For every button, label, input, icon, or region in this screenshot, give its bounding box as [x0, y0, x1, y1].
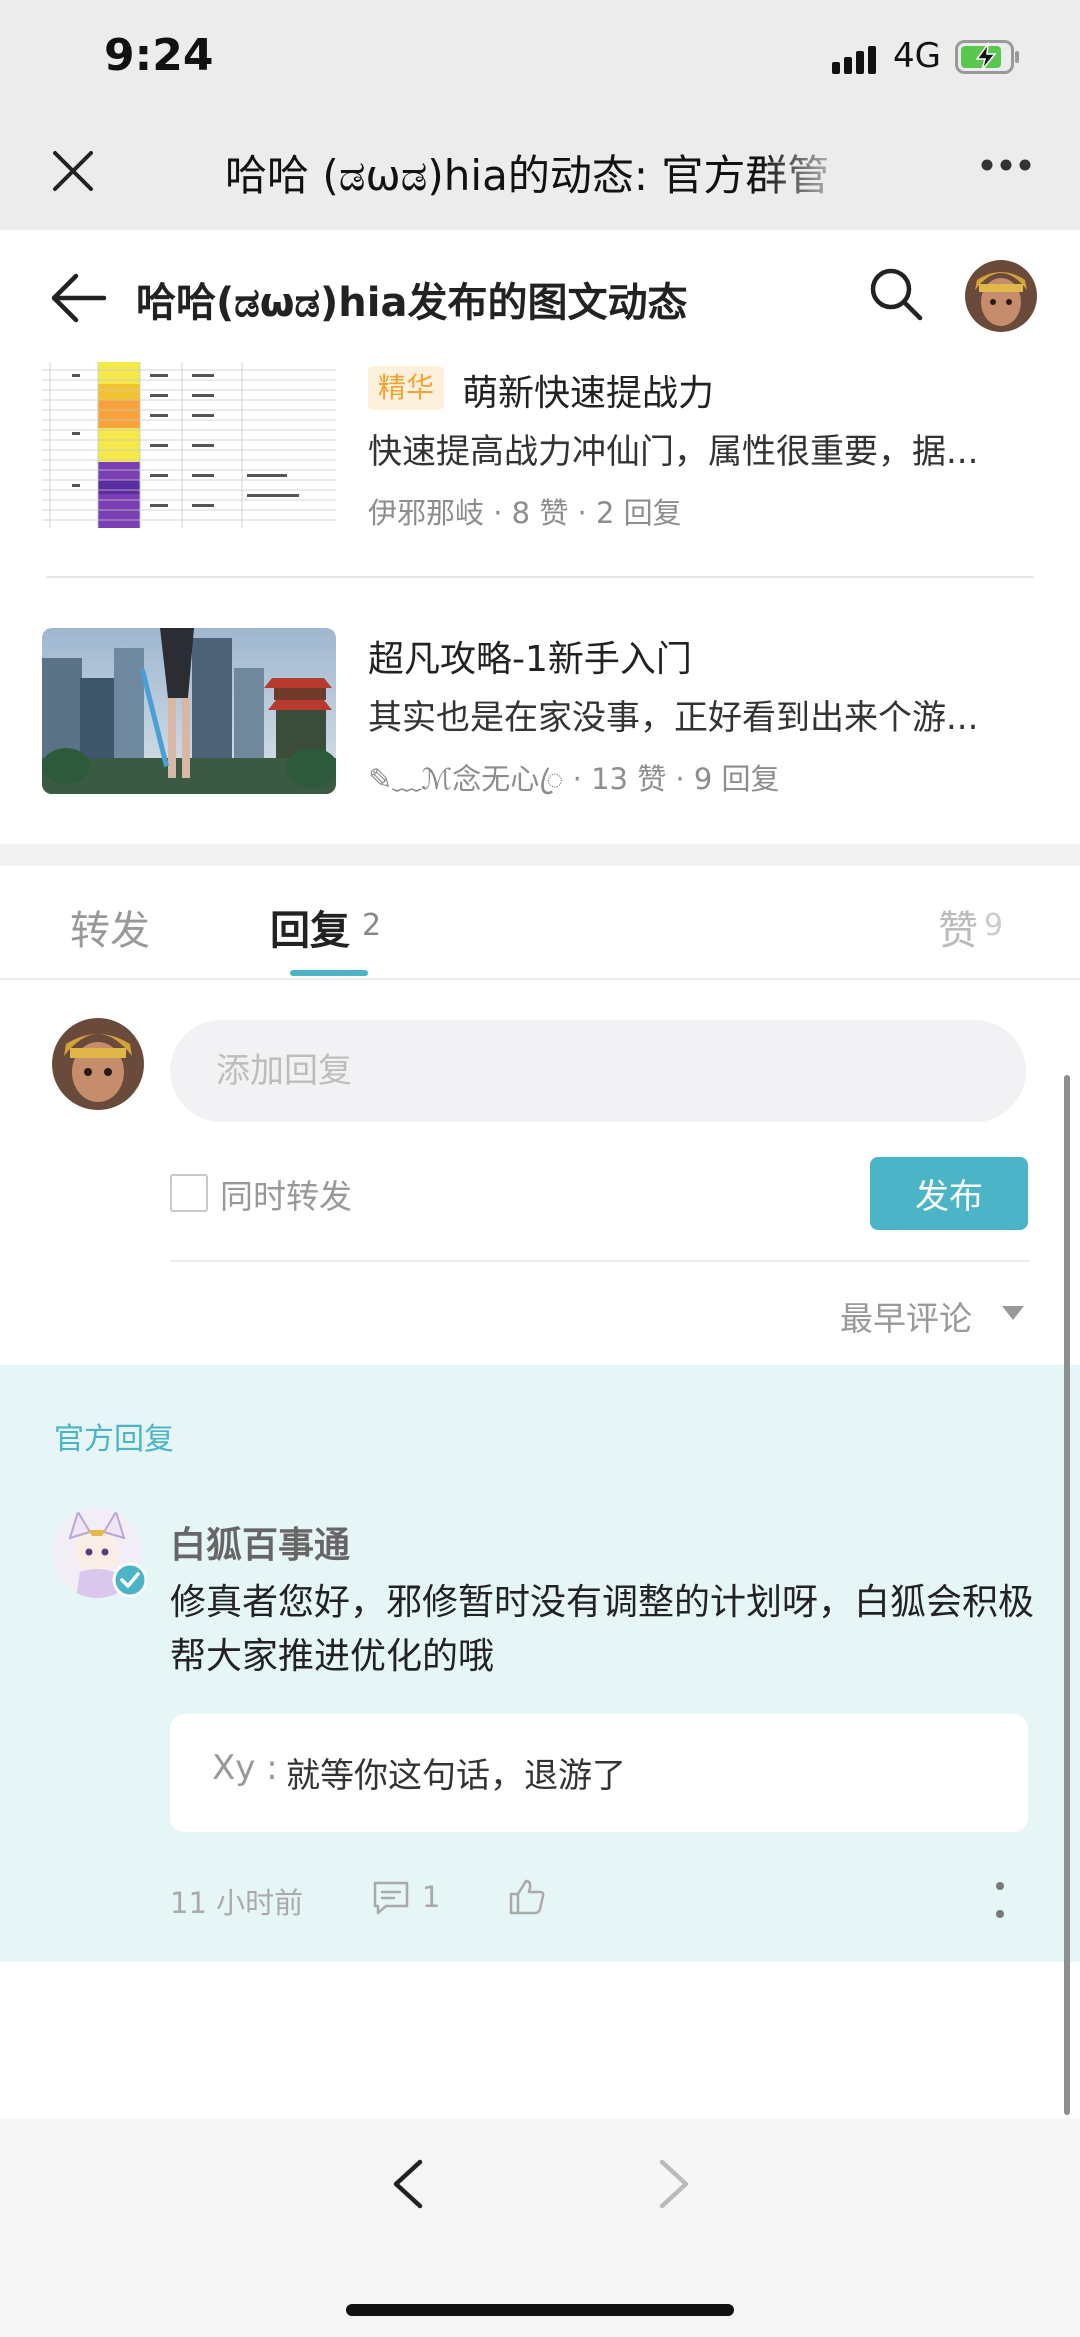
- more-icon[interactable]: [980, 158, 1032, 172]
- reply-count: 2: [362, 908, 382, 943]
- publish-button[interactable]: 发布: [870, 1157, 1028, 1230]
- close-icon[interactable]: [50, 148, 96, 194]
- official-reply-text: 修真者您好，邪修暂时没有调整的计划呀，白狐会积极帮大家推进优化的哦: [170, 1582, 1035, 1677]
- home-indicator[interactable]: [346, 2304, 734, 2316]
- divider: [0, 978, 1080, 980]
- signal-icon: [832, 46, 876, 74]
- verified-icon: [112, 1562, 148, 1598]
- active-tab-indicator: [290, 970, 368, 976]
- comment-count: 1: [422, 1880, 441, 1914]
- official-author-name[interactable]: 白狐百事通: [170, 1516, 350, 1568]
- sort-dropdown[interactable]: 最早评论: [840, 1292, 972, 1340]
- tab-reply[interactable]: 回复: [270, 898, 350, 956]
- article-meta: ✎﹏ℳ念无心ꦿ · 13 赞 · 9 回复: [368, 762, 780, 796]
- title-fade: [760, 130, 880, 210]
- tab-forward[interactable]: 转发: [70, 898, 150, 956]
- thumbs-up-icon[interactable]: [508, 1878, 546, 1916]
- also-forward-checkbox[interactable]: [170, 1174, 208, 1212]
- chevron-left-icon[interactable]: [390, 2158, 426, 2210]
- article-meta: 伊邪那岐 · 8 赞 · 2 回复: [368, 496, 682, 530]
- kebab-icon[interactable]: [990, 1880, 1010, 1920]
- divider: [46, 576, 1034, 578]
- battery-charging-icon: [955, 40, 1019, 74]
- official-reply-label: 官方回复: [54, 1422, 174, 1457]
- also-forward-label[interactable]: 同时转发: [220, 1170, 352, 1218]
- article-title[interactable]: 超凡攻略-1新手入门: [368, 630, 692, 682]
- reply-time: 11 小时前: [170, 1886, 304, 1920]
- search-icon[interactable]: [868, 266, 924, 322]
- reply-input[interactable]: [170, 1020, 1026, 1122]
- tab-like[interactable]: 赞: [938, 898, 978, 956]
- article-summary[interactable]: 快速提高战力冲仙门，属性很重要，据...: [368, 424, 1028, 473]
- article-thumbnail-city[interactable]: [42, 628, 336, 794]
- divider: [170, 1260, 1030, 1262]
- caret-down-icon[interactable]: [1002, 1306, 1024, 1320]
- scrollbar[interactable]: [1064, 1075, 1070, 2115]
- quoted-text: 就等你这句话，退游了: [286, 1756, 626, 1796]
- like-count: 9: [984, 908, 1004, 943]
- article-summary[interactable]: 其实也是在家没事，正好看到出来个游...: [368, 690, 1028, 739]
- chevron-right-icon[interactable]: [656, 2158, 692, 2210]
- quoted-user[interactable]: Xy :: [212, 1748, 278, 1788]
- section-divider: [0, 844, 1080, 866]
- page-title: 哈哈(ಡωಡ)hia发布的图文动态: [136, 280, 688, 326]
- back-arrow-icon[interactable]: [50, 270, 108, 326]
- essence-badge: 精华: [368, 366, 445, 410]
- article-thumbnail-table[interactable]: [42, 362, 336, 528]
- user-avatar: [52, 1018, 144, 1110]
- network-type: 4G: [893, 36, 941, 76]
- article-title[interactable]: 萌新快速提战力: [462, 364, 714, 416]
- author-avatar[interactable]: [965, 260, 1037, 332]
- status-time: 9:24: [104, 30, 214, 81]
- comment-icon[interactable]: [372, 1880, 410, 1916]
